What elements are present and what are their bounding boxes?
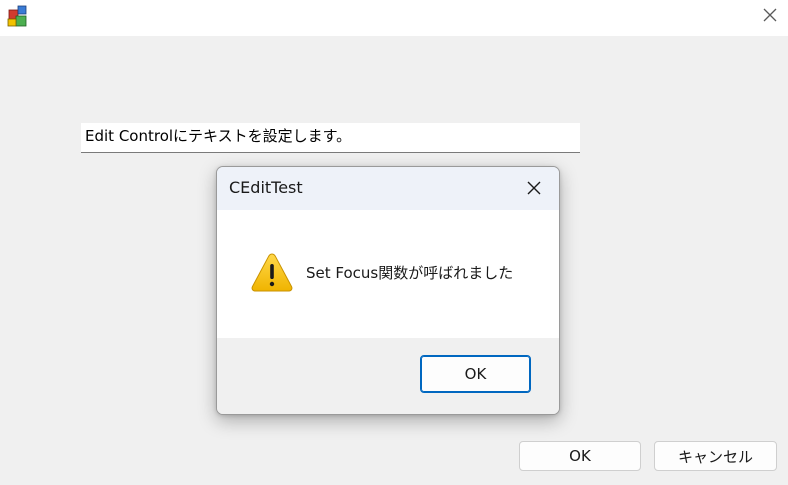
message-box-title-bar: CEditTest xyxy=(217,167,559,210)
dialog-ok-button[interactable]: OK xyxy=(420,355,531,393)
message-box-footer: OK xyxy=(217,338,559,414)
title-bar xyxy=(0,0,788,36)
main-window: Edit Controlにテキストを設定します。 OK キャンセル CEditT… xyxy=(0,0,788,485)
warning-icon xyxy=(250,251,294,295)
message-box: CEditTest Set Focus関数が呼ばれました OK xyxy=(216,166,560,415)
ok-button-label: OK xyxy=(569,447,591,465)
cancel-button-label: キャンセル xyxy=(677,447,753,466)
edit-control[interactable]: Edit Controlにテキストを設定します。 xyxy=(81,123,580,153)
message-box-close-button[interactable] xyxy=(517,173,551,203)
cancel-button[interactable]: キャンセル xyxy=(654,441,777,471)
window-close-button[interactable] xyxy=(752,0,788,30)
message-text: Set Focus関数が呼ばれました xyxy=(306,264,514,282)
dialog-ok-button-label: OK xyxy=(464,365,487,383)
ok-button[interactable]: OK xyxy=(519,441,641,471)
message-box-title: CEditTest xyxy=(229,178,303,197)
message-box-body: Set Focus関数が呼ばれました xyxy=(217,210,559,338)
app-icon xyxy=(6,4,30,28)
edit-control-text: Edit Controlにテキストを設定します。 xyxy=(85,127,352,145)
close-icon xyxy=(527,181,541,195)
close-icon xyxy=(763,8,777,22)
